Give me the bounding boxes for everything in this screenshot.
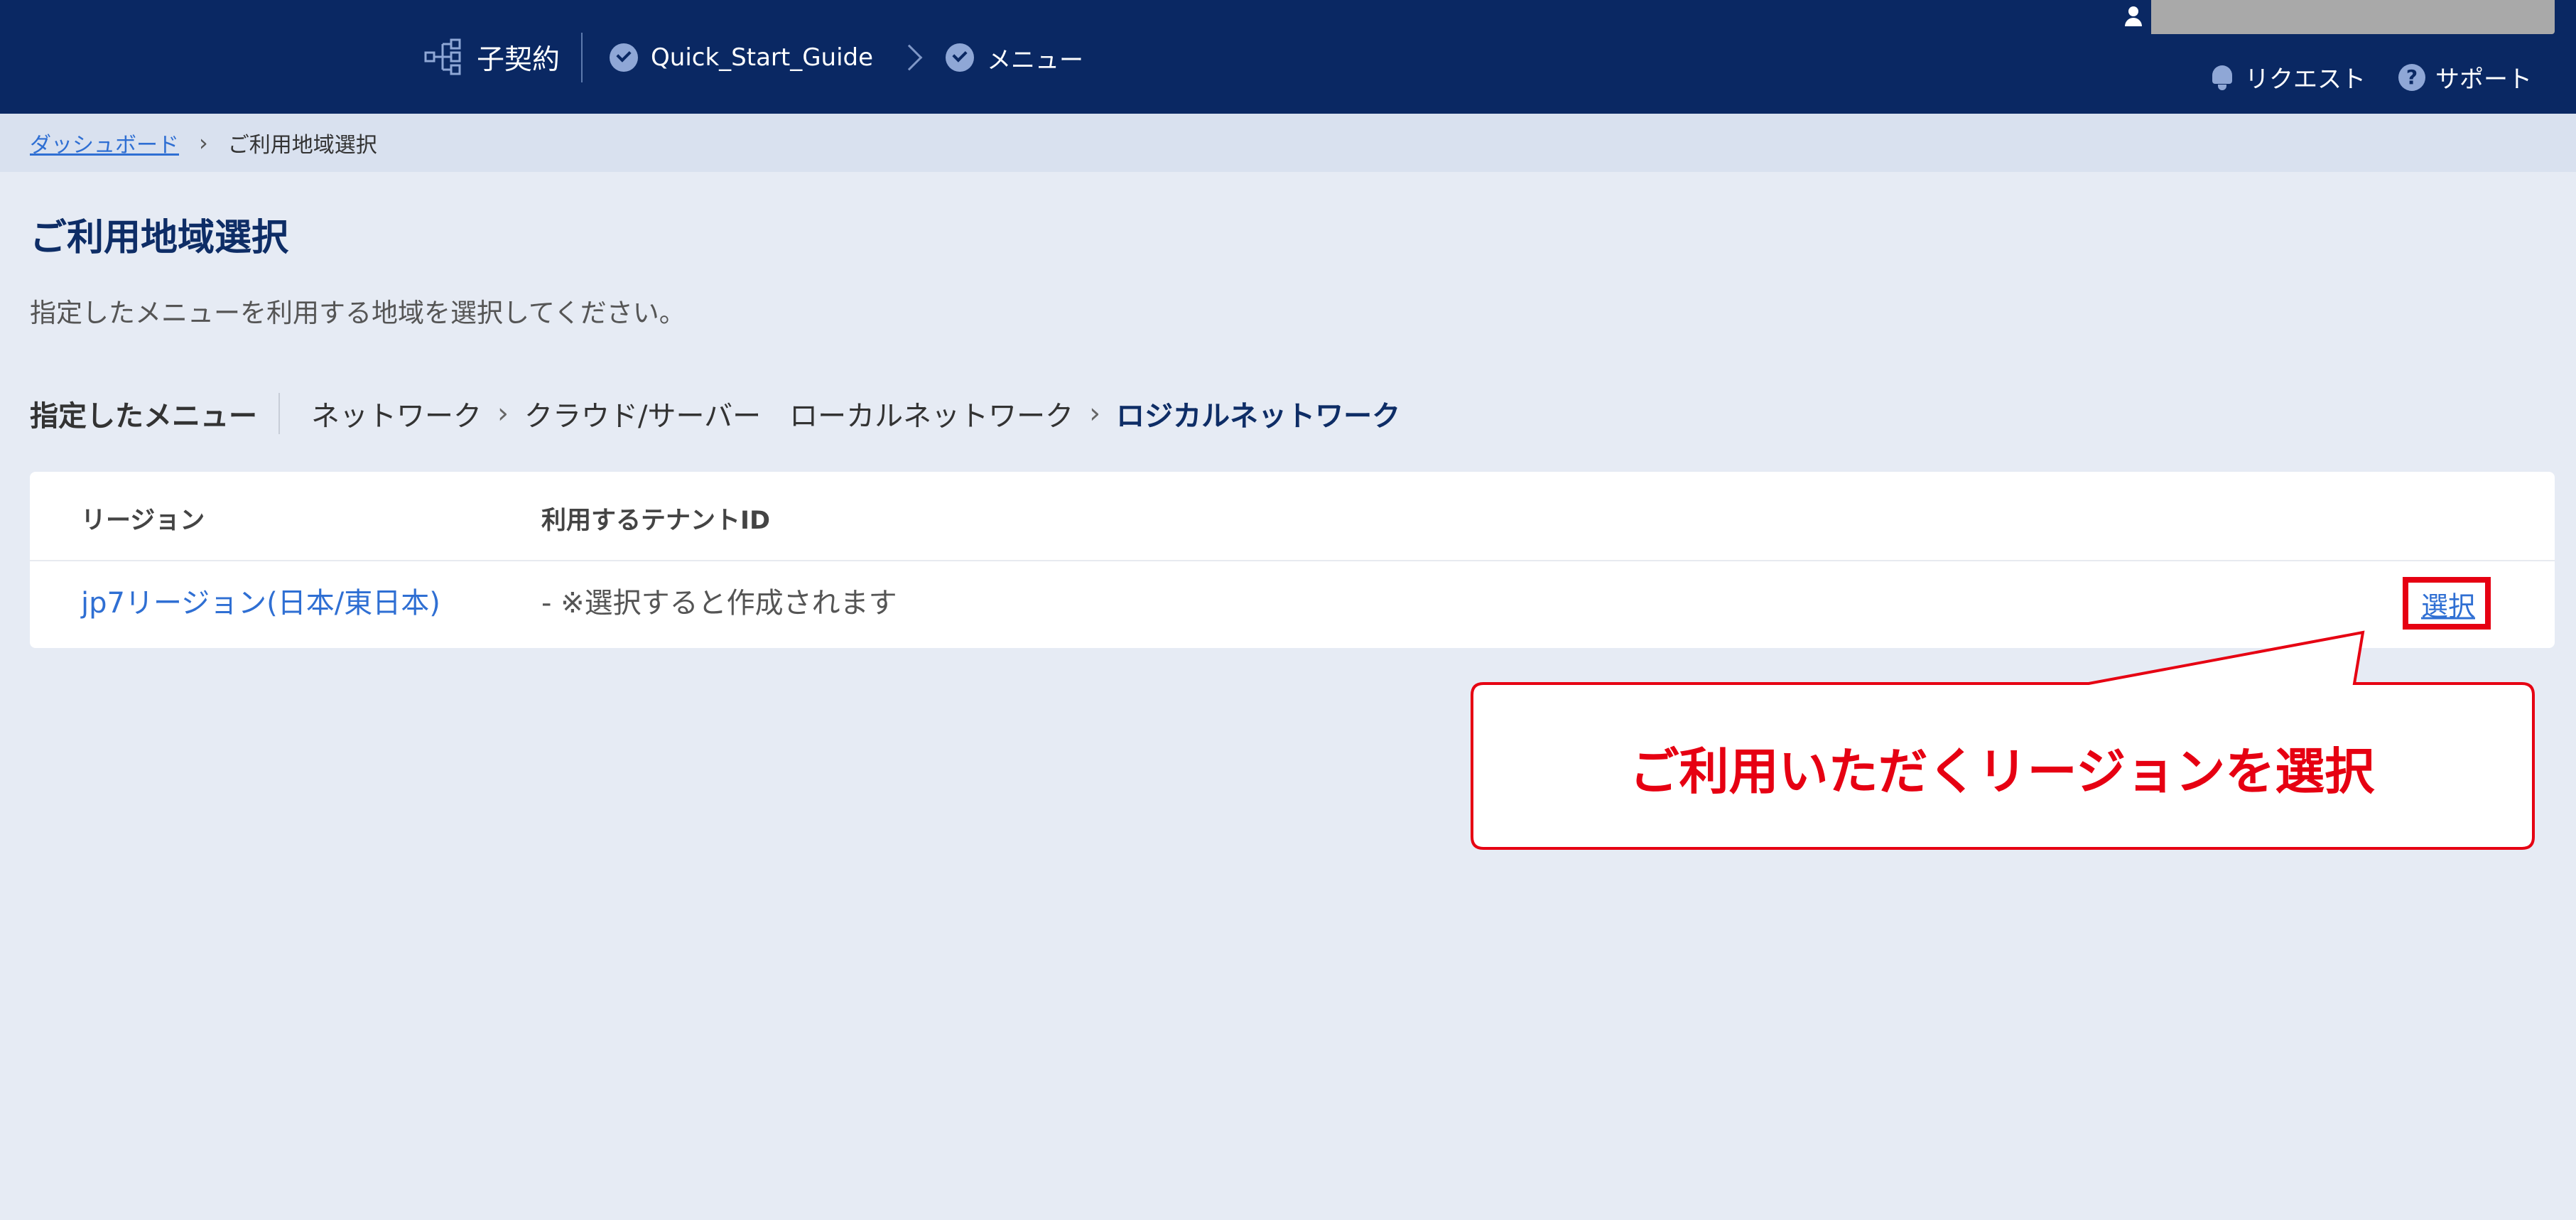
callout-text: ご利用いただくリージョンを選択 bbox=[1629, 742, 2375, 801]
column-header-region: リージョン bbox=[81, 507, 205, 535]
check-circle-icon bbox=[610, 43, 639, 72]
menu-path-item: ローカルネットワーク bbox=[789, 400, 1074, 433]
region-name-link[interactable]: jp7リージョン(日本/東日本) bbox=[81, 580, 440, 621]
hierarchy-icon bbox=[424, 38, 461, 75]
select-region-link[interactable]: 選択 bbox=[2421, 585, 2475, 624]
menu-path-separator: › bbox=[1089, 397, 1101, 430]
request-link[interactable]: リクエスト bbox=[2209, 60, 2366, 95]
selected-menu-path: 指定したメニュー ネットワーク › クラウド/サーバー ローカルネットワーク ›… bbox=[30, 392, 1400, 435]
table-header-row: リージョン 利用するテナントID bbox=[30, 472, 2555, 561]
region-table: リージョン 利用するテナントID jp7リージョン(日本/東日本) - ※選択す… bbox=[30, 472, 2555, 648]
menu-path-separator: › bbox=[497, 397, 509, 430]
breadcrumb-dashboard-link[interactable]: ダッシュボード bbox=[30, 127, 179, 158]
nav-crumb-menu[interactable]: メニュー bbox=[946, 41, 1083, 75]
contract-selector[interactable]: 子契約 bbox=[423, 33, 583, 82]
page-title: ご利用地域選択 bbox=[30, 217, 289, 259]
menu-path-item-current: ロジカルネットワーク bbox=[1116, 400, 1401, 433]
user-icon bbox=[2122, 5, 2145, 29]
support-label: サポート bbox=[2435, 65, 2532, 94]
breadcrumb: ダッシュボード › ご利用地域選択 bbox=[0, 114, 2576, 172]
menu-path-item: ネットワーク bbox=[311, 400, 482, 433]
column-header-tenant: 利用するテナントID bbox=[541, 507, 771, 535]
top-navigation: 子契約 Quick_Start_Guide メニュー bbox=[423, 33, 1083, 82]
menu-path-item: クラウド/サーバー bbox=[524, 400, 762, 433]
nav-crumb-quick-start-guide[interactable]: Quick_Start_Guide bbox=[610, 43, 873, 72]
nav-crumb-label: メニュー bbox=[987, 45, 1084, 75]
page-description: 指定したメニューを利用する地域を選択してください。 bbox=[30, 298, 686, 328]
contract-label: 子契約 bbox=[477, 44, 561, 76]
support-link[interactable]: ? サポート bbox=[2398, 60, 2532, 95]
selected-menu-label: 指定したメニュー bbox=[30, 393, 280, 434]
top-links: リクエスト ? サポート bbox=[2209, 60, 2565, 95]
top-bar: 子契約 Quick_Start_Guide メニュー リクエスト ? サポート bbox=[0, 0, 2576, 114]
check-circle-icon bbox=[946, 43, 975, 72]
breadcrumb-separator: › bbox=[199, 129, 208, 156]
tenant-id-value: - ※選択すると作成されます bbox=[541, 587, 897, 620]
nav-crumb-label: Quick_Start_Guide bbox=[651, 43, 874, 72]
chevron-right-icon bbox=[896, 44, 923, 71]
bell-icon bbox=[2209, 64, 2235, 91]
request-label: リクエスト bbox=[2245, 65, 2366, 94]
user-account-button[interactable] bbox=[2116, 0, 2555, 34]
breadcrumb-current: ご利用地域選択 bbox=[227, 133, 377, 158]
user-icon-container bbox=[2116, 0, 2151, 34]
help-icon: ? bbox=[2398, 63, 2425, 91]
